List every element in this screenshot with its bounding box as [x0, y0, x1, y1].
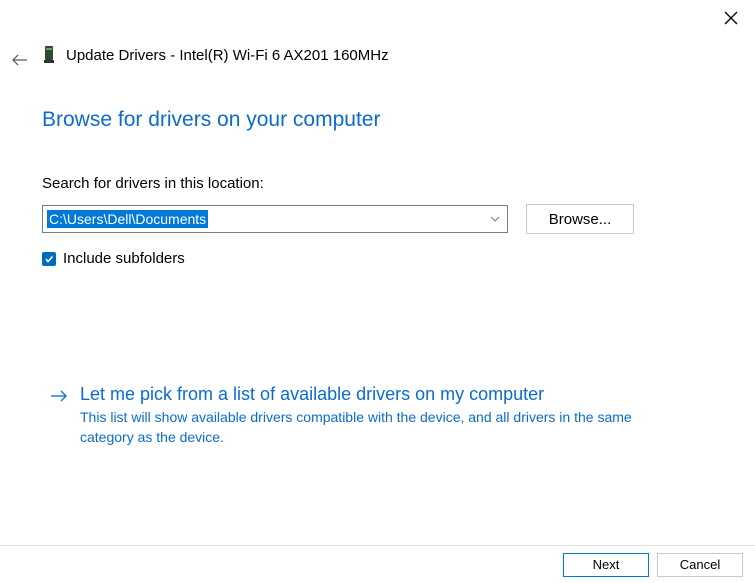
dialog-header: Update Drivers - Intel(R) Wi-Fi 6 AX201 … [42, 44, 389, 66]
dialog-title: Update Drivers - Intel(R) Wi-Fi 6 AX201 … [66, 47, 389, 64]
pick-from-list-option[interactable]: Let me pick from a list of available dri… [50, 383, 690, 448]
next-button[interactable]: Next [563, 553, 649, 577]
search-location-label: Search for drivers in this location: [42, 175, 264, 192]
path-value: C:\Users\Dell\Documents [47, 210, 208, 228]
back-button[interactable] [12, 52, 28, 68]
page-heading: Browse for drivers on your computer [42, 108, 380, 132]
browse-button[interactable]: Browse... [526, 204, 634, 234]
arrow-right-icon [50, 387, 68, 405]
close-icon [724, 11, 738, 25]
dialog-footer: Next Cancel [0, 545, 755, 583]
include-subfolders-checkbox[interactable] [42, 252, 56, 266]
close-button[interactable] [721, 8, 741, 28]
back-arrow-icon [12, 54, 28, 66]
checkmark-icon [44, 254, 54, 264]
path-combobox[interactable]: C:\Users\Dell\Documents [42, 205, 508, 233]
chevron-down-icon [489, 213, 501, 225]
device-icon [42, 44, 56, 66]
pick-from-list-title: Let me pick from a list of available dri… [80, 383, 670, 406]
cancel-button[interactable]: Cancel [657, 553, 743, 577]
pick-from-list-description: This list will show available drivers co… [80, 408, 670, 447]
include-subfolders-label: Include subfolders [63, 250, 185, 267]
